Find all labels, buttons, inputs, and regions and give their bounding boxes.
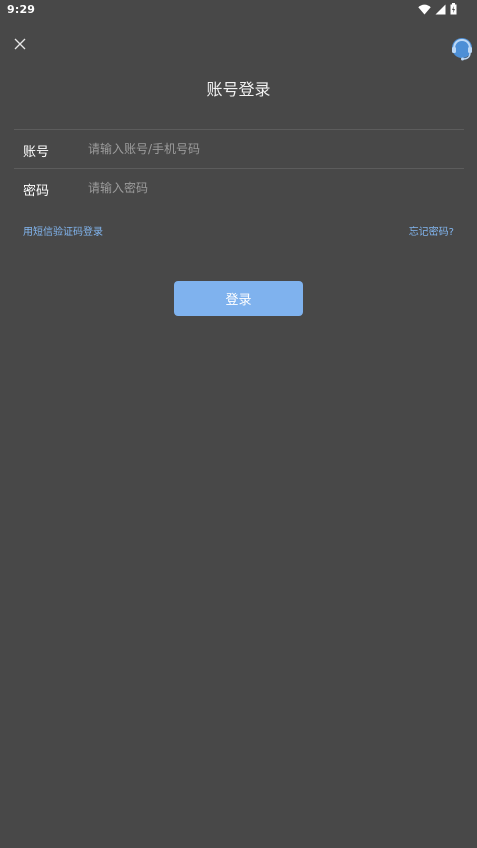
- page-title: 账号登录: [206, 80, 271, 99]
- status-bar: 9:29: [0, 0, 477, 20]
- signal-icon: [435, 4, 446, 15]
- forgot-password-link[interactable]: 忘记密码?: [409, 223, 454, 238]
- account-input[interactable]: [88, 137, 448, 161]
- close-icon: [14, 35, 26, 54]
- close-button[interactable]: [10, 34, 30, 54]
- wifi-icon: [418, 4, 431, 15]
- account-label: 账号: [23, 145, 50, 160]
- password-row: 密码: [14, 169, 464, 207]
- sms-login-link[interactable]: 用短信验证码登录: [23, 223, 103, 238]
- login-button[interactable]: 登录: [174, 281, 303, 316]
- account-row: 账号: [14, 130, 464, 168]
- status-icons: [418, 3, 457, 15]
- customer-service-button[interactable]: [449, 36, 475, 62]
- battery-icon: [450, 3, 457, 15]
- customer-service-icon: [449, 38, 475, 66]
- password-input[interactable]: [88, 176, 448, 200]
- password-label: 密码: [23, 184, 50, 199]
- status-time: 9:29: [7, 3, 36, 16]
